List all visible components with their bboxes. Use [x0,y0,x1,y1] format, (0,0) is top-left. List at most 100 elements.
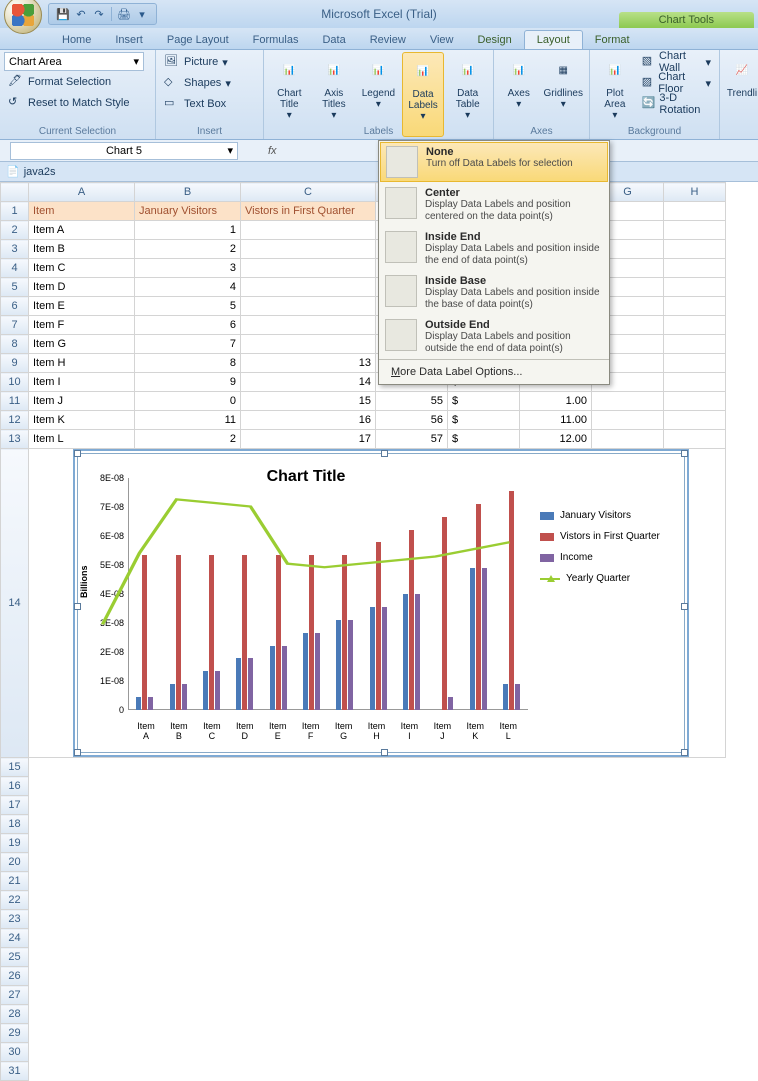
cell-H3[interactable] [664,240,726,259]
cell-C3[interactable] [241,240,376,259]
row-header-17[interactable]: 17 [1,796,29,815]
col-header-C[interactable]: C [241,183,376,202]
dropdown-item-center[interactable]: CenterDisplay Data Labels and position c… [379,183,609,227]
cell-A5[interactable]: Item D [29,278,135,297]
chart-element-combo[interactable]: Chart Area▾ [4,52,144,71]
row-header-24[interactable]: 24 [1,929,29,948]
tab-data[interactable]: Data [310,31,357,49]
cell-A1[interactable]: Item [29,202,135,221]
row-header-1[interactable]: 1 [1,202,29,221]
data-labels-button[interactable]: 📊Data Labels▾ [402,52,445,137]
cell-C1[interactable]: Vistors in First Quarter [241,202,376,221]
name-box[interactable]: Chart 5 ▾ [10,142,238,160]
cell-H8[interactable] [664,335,726,354]
data-table-button[interactable]: 📊Data Table▾ [446,52,489,137]
chart-floor-button[interactable]: ▨Chart Floor▾ [638,73,715,93]
cell-F12[interactable]: 11.00 [520,411,592,430]
cell-D12[interactable]: 56 [376,411,448,430]
row-header-10[interactable]: 10 [1,373,29,392]
row-header-27[interactable]: 27 [1,986,29,1005]
dropdown-item-inside-base[interactable]: Inside BaseDisplay Data Labels and posit… [379,271,609,315]
cell-A10[interactable]: Item I [29,373,135,392]
cell-A8[interactable]: Item G [29,335,135,354]
row-header-25[interactable]: 25 [1,948,29,967]
legend-item[interactable]: January Visitors [540,510,674,521]
chevron-down-icon[interactable]: ▾ [227,144,233,157]
plot-area[interactable]: Chart TitleBillions01E-082E-083E-084E-08… [84,460,528,746]
cell-F13[interactable]: 12.00 [520,430,592,449]
cell-H4[interactable] [664,259,726,278]
chart-object[interactable]: Chart TitleBillions01E-082E-083E-084E-08… [77,453,685,753]
dropdown-item-none[interactable]: NoneTurn off Data Labels for selection [380,142,608,182]
cell-A2[interactable]: Item A [29,221,135,240]
cell-A4[interactable]: Item C [29,259,135,278]
resize-handle[interactable] [381,450,388,457]
cell-A3[interactable]: Item B [29,240,135,259]
cell-B6[interactable]: 5 [135,297,241,316]
tab-view[interactable]: View [418,31,466,49]
row-header-31[interactable]: 31 [1,1062,29,1081]
row-header-8[interactable]: 8 [1,335,29,354]
cell-C11[interactable]: 15 [241,392,376,411]
legend-item[interactable]: Yearly Quarter [540,573,674,584]
resize-handle[interactable] [74,603,81,610]
cell-A7[interactable]: Item F [29,316,135,335]
cell-H10[interactable] [664,373,726,392]
tab-formulas[interactable]: Formulas [241,31,311,49]
cell-C5[interactable] [241,278,376,297]
cell-A13[interactable]: Item L [29,430,135,449]
chart-legend[interactable]: January Visitors Vistors in First Quarter… [528,460,678,746]
save-icon[interactable]: 💾 [55,6,71,22]
cell-B3[interactable]: 2 [135,240,241,259]
plot-area-button[interactable]: 📊Plot Area▾ [594,52,636,137]
col-header-A[interactable]: A [29,183,135,202]
cell-H12[interactable] [664,411,726,430]
fx-icon[interactable]: fx [268,145,277,157]
row-header-9[interactable]: 9 [1,354,29,373]
cell-G12[interactable] [592,411,664,430]
cell-H7[interactable] [664,316,726,335]
cell-A6[interactable]: Item E [29,297,135,316]
row-header-18[interactable]: 18 [1,815,29,834]
cell-H9[interactable] [664,354,726,373]
cell-C6[interactable] [241,297,376,316]
shapes-button[interactable]: ◇Shapes▾ [160,73,259,93]
cell-D13[interactable]: 57 [376,430,448,449]
row-header-6[interactable]: 6 [1,297,29,316]
row-header-14[interactable]: 14 [1,449,29,758]
print-icon[interactable]: 🖨 [116,6,132,22]
resize-handle[interactable] [74,450,81,457]
cell-H13[interactable] [664,430,726,449]
dropdown-item-inside-end[interactable]: Inside EndDisplay Data Labels and positi… [379,227,609,271]
tab-design[interactable]: Design [465,31,523,49]
cell-A9[interactable]: Item H [29,354,135,373]
qat-more-icon[interactable]: ▾ [134,6,150,22]
row-header-5[interactable]: 5 [1,278,29,297]
chart-title-button[interactable]: 📊Chart Title▾ [268,52,311,137]
picture-button[interactable]: 🖼Picture▾ [160,52,259,72]
cell-B4[interactable]: 3 [135,259,241,278]
reset-style-button[interactable]: ↺ Reset to Match Style [4,93,151,113]
cell-B13[interactable]: 2 [135,430,241,449]
cell-C8[interactable] [241,335,376,354]
cell-H6[interactable] [664,297,726,316]
row-header-30[interactable]: 30 [1,1043,29,1062]
legend-item[interactable]: Vistors in First Quarter [540,531,674,542]
cell-H2[interactable] [664,221,726,240]
row-header-15[interactable]: 15 [1,758,29,777]
cell-B11[interactable]: 0 [135,392,241,411]
row-header-12[interactable]: 12 [1,411,29,430]
cell-C4[interactable] [241,259,376,278]
cell-B10[interactable]: 9 [135,373,241,392]
cell-F11[interactable]: 1.00 [520,392,592,411]
col-header-B[interactable]: B [135,183,241,202]
cell-H1[interactable] [664,202,726,221]
resize-handle[interactable] [681,450,688,457]
cell-H11[interactable] [664,392,726,411]
resize-handle[interactable] [681,749,688,756]
trendline-button[interactable]: 📈Trendli [724,52,758,137]
cell-B1[interactable]: January Visitors [135,202,241,221]
row-header-22[interactable]: 22 [1,891,29,910]
select-all-corner[interactable] [1,183,29,202]
cell-B2[interactable]: 1 [135,221,241,240]
